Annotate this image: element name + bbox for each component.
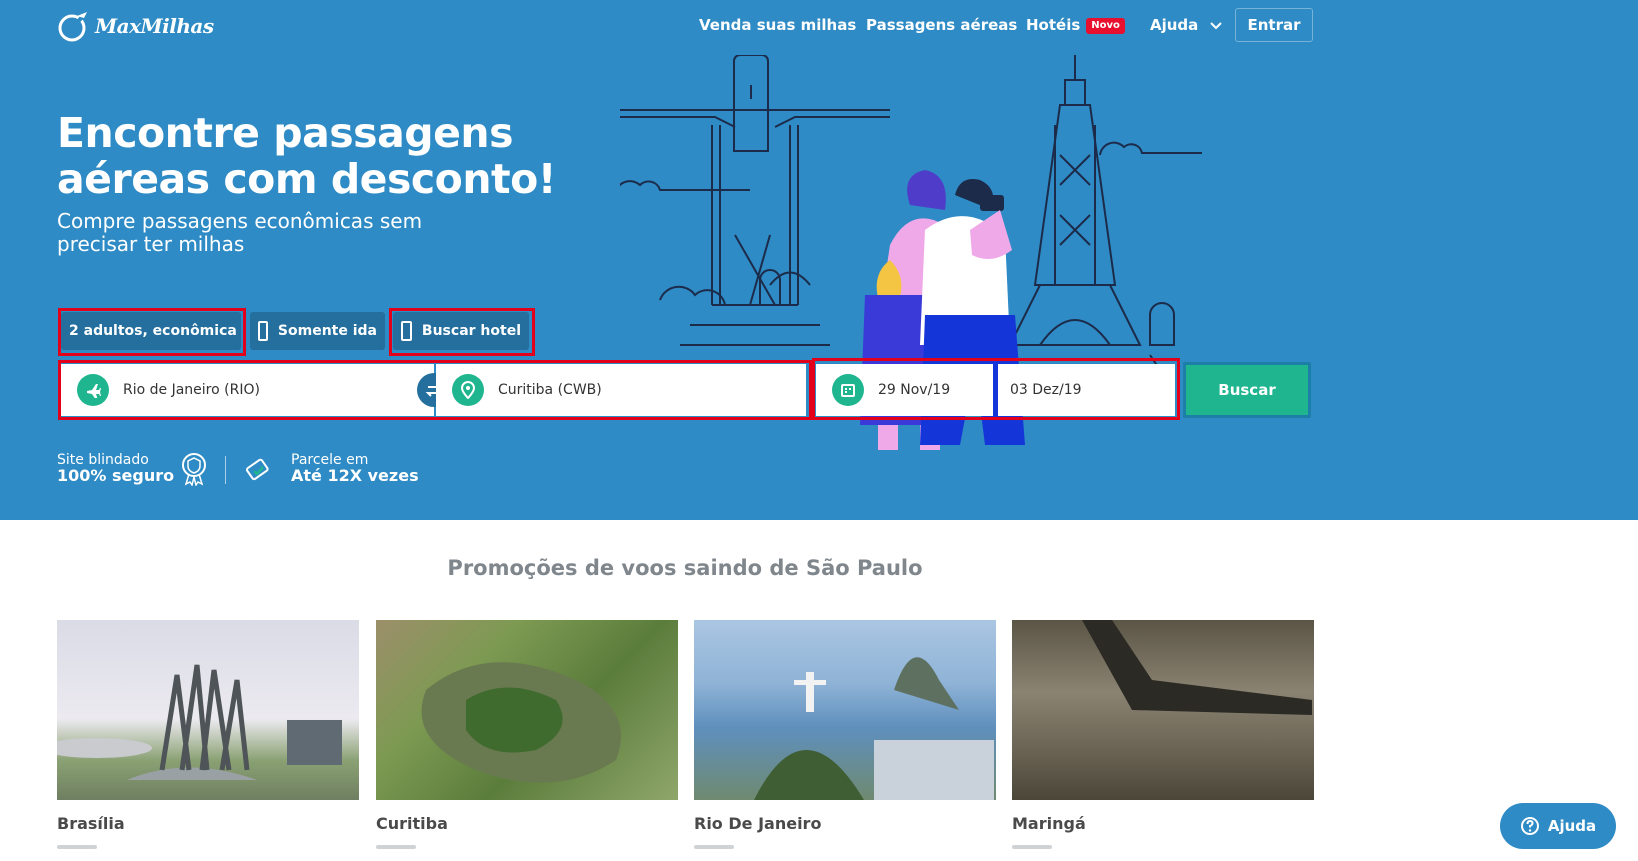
highlight-dates [812, 358, 1180, 420]
highlight-passengers [58, 308, 246, 356]
highlight-route [58, 360, 812, 420]
nav-item-hotels[interactable]: Hotéis Novo [1026, 8, 1125, 42]
page-title: Encontre passagens aéreas com desconto! [57, 109, 557, 203]
installments-line2: Até 12X vezes [291, 466, 419, 485]
promo-image [57, 620, 359, 800]
security-line2: 100% seguro [57, 466, 175, 485]
travel-illustration [620, 55, 1202, 450]
promo-price-placeholder [694, 845, 734, 849]
help-chat-button[interactable]: Ajuda [1500, 803, 1616, 849]
nav-item-help[interactable]: Ajuda [1150, 8, 1222, 42]
promo-price-placeholder [1012, 845, 1052, 849]
promo-card-curitiba[interactable]: Curitiba [376, 620, 678, 849]
top-navigation: Venda suas milhas Passagens aéreas Hotéi… [0, 8, 1638, 42]
login-button[interactable]: Entrar [1235, 8, 1313, 42]
promo-card-rio[interactable]: Rio De Janeiro [694, 620, 996, 849]
promo-image [1012, 620, 1314, 800]
trust-divider [225, 456, 226, 484]
promo-image [376, 620, 678, 800]
nav-item-hotels-label: Hotéis [1026, 16, 1081, 34]
new-badge: Novo [1086, 18, 1125, 34]
shield-badge-icon [182, 453, 206, 486]
nav-item-flights[interactable]: Passagens aéreas [866, 8, 1017, 42]
one-way-toggle[interactable]: Somente ida [250, 312, 385, 350]
promo-card-brasilia[interactable]: Brasília [57, 620, 359, 849]
hero-section: MaxMilhas Venda suas milhas Passagens aé… [0, 0, 1638, 520]
nav-item-help-label: Ajuda [1150, 16, 1199, 34]
nav-item-sell-miles[interactable]: Venda suas milhas [699, 8, 856, 42]
highlight-hotel [389, 308, 535, 356]
promo-city: Maringá [1012, 814, 1086, 833]
promo-price-placeholder [57, 845, 97, 849]
promo-price-placeholder [376, 845, 416, 849]
question-mark-icon [1520, 817, 1539, 835]
installments-info: Parcele em Até 12X vezes [291, 452, 419, 485]
chevron-down-icon [1209, 22, 1222, 30]
promos-title: Promoções de voos saindo de São Paulo [447, 556, 923, 580]
promo-image [694, 620, 996, 800]
one-way-label: Somente ida [277, 323, 377, 339]
page-subtitle: Compre passagens econômicas sem precisar… [57, 209, 423, 256]
promo-card-maringa[interactable]: Maringá [1012, 620, 1314, 849]
promo-city: Brasília [57, 814, 125, 833]
one-way-checkbox[interactable] [258, 321, 268, 341]
help-label: Ajuda [1547, 817, 1597, 835]
security-info: Site blindado 100% seguro [57, 452, 174, 485]
promo-city: Rio De Janeiro [694, 814, 822, 833]
card-installments-icon [245, 458, 269, 481]
search-button[interactable]: Buscar [1183, 362, 1311, 418]
promo-city: Curitiba [376, 814, 448, 833]
